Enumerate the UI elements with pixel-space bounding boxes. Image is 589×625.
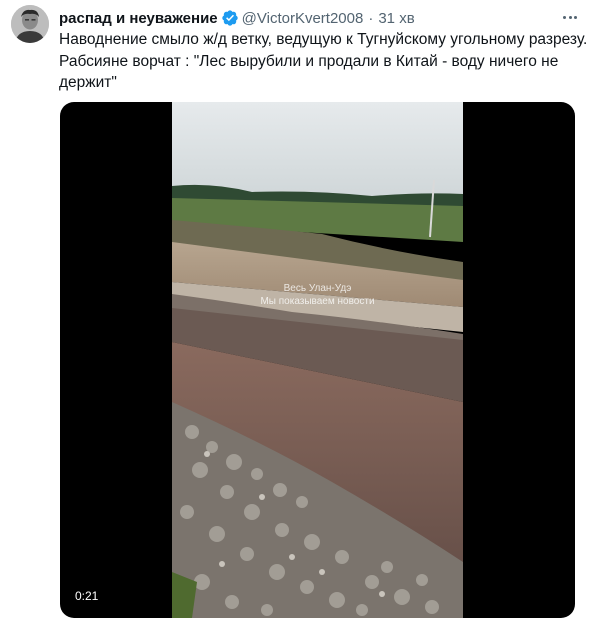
tweet-text: Наводнение смыло ж/д ветку, ведущую к Ту… [59,29,588,94]
display-name[interactable]: распад и неуважение [59,10,218,27]
tweet-header: распад и неуважение @VictorKvert2008 · 3… [59,8,415,28]
tweet: распад и неуважение @VictorKvert2008 · 3… [0,0,589,625]
user-handle[interactable]: @VictorKvert2008 [242,10,364,27]
more-options-icon[interactable] [560,8,580,26]
verified-badge-icon [221,9,239,27]
video-frame-image [172,102,463,618]
watermark-line: Весь Улан-Удэ [283,283,352,294]
tweet-text-line: Наводнение смыло ж/д ветку, ведущую к Ту… [59,31,588,48]
tweet-text-line: держит" [59,74,117,91]
watermark-line: Мы показываем новости [260,296,375,307]
separator-dot: · [368,9,374,27]
avatar[interactable] [11,5,49,43]
tweet-text-line: Рабсияне ворчат : "Лес вырубили и продал… [59,52,559,70]
video-duration-badge: 0:21 [70,587,104,605]
timestamp[interactable]: 31 хв [378,10,414,27]
avatar-photo [11,5,49,43]
video-player[interactable]: Весь Улан-Удэ Мы показываем новости 0:21 [60,102,575,618]
video-watermark: Весь Улан-Удэ Мы показываем новости [172,282,463,308]
